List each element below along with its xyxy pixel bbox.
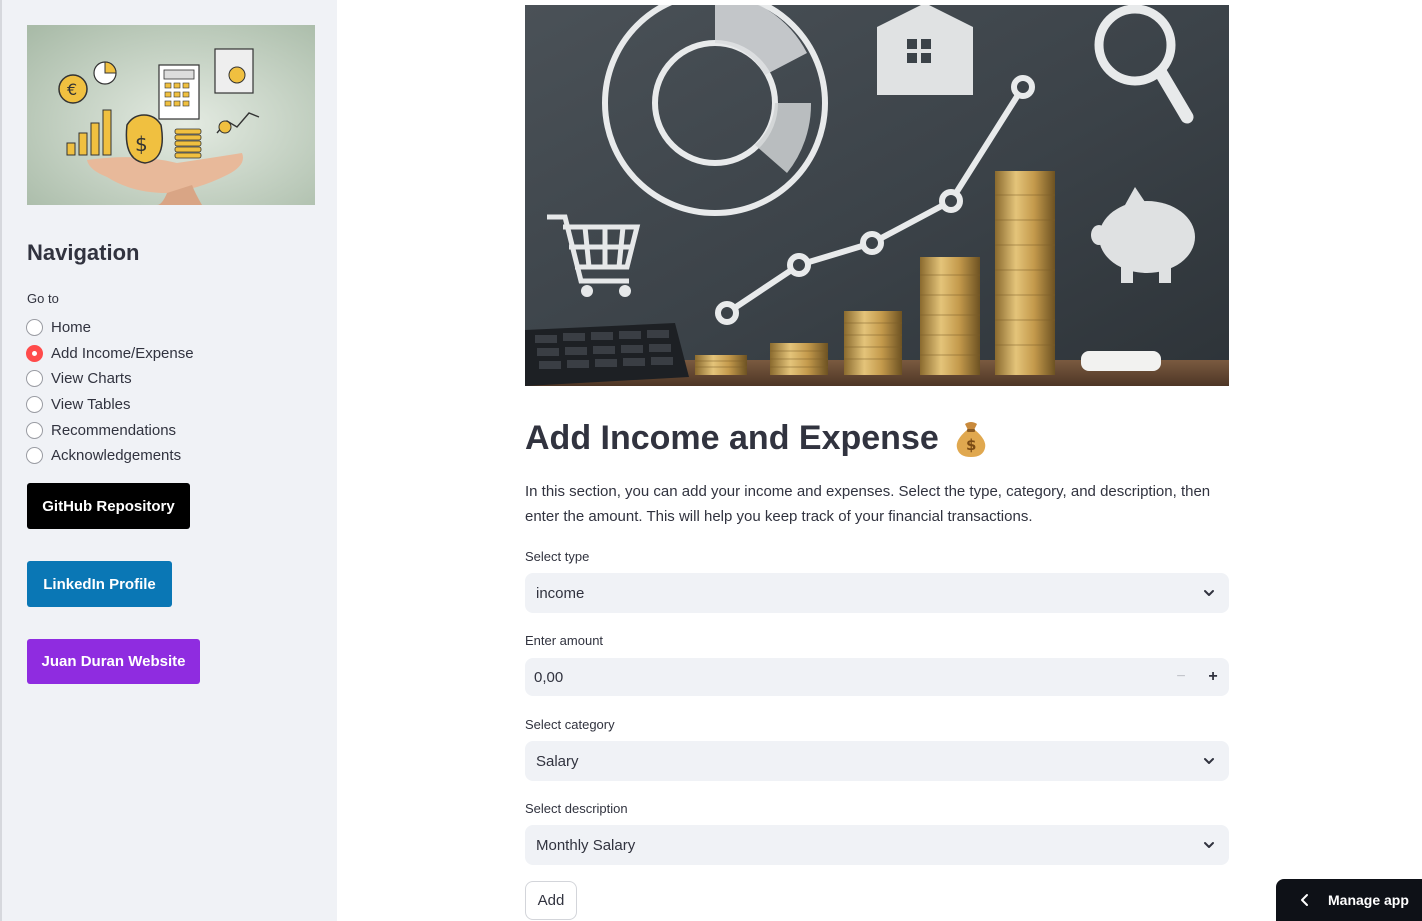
svg-text:$: $ (966, 436, 976, 454)
radio-label: Add Income/Expense (51, 344, 194, 362)
hero-image (525, 5, 1229, 386)
increment-button[interactable]: + (1197, 658, 1229, 696)
radio-home[interactable]: Home (26, 315, 194, 341)
select-type-dropdown[interactable]: income (525, 573, 1229, 613)
amount-field[interactable] (525, 658, 1165, 696)
radio-selected-icon (26, 344, 43, 362)
navigation-radio-group: Home Add Income/Expense View Charts View… (26, 315, 194, 469)
page-title-text: Add Income and Expense (525, 418, 939, 457)
page-title: Add Income and Expense $ (525, 418, 989, 458)
select-description-dropdown[interactable]: Monthly Salary (525, 825, 1229, 865)
chevron-left-icon (1301, 894, 1308, 906)
select-type-label: Select type (525, 549, 590, 564)
svg-text:€: € (67, 80, 77, 99)
decrement-button[interactable]: − (1165, 658, 1197, 696)
radio-view-tables[interactable]: View Tables (26, 392, 194, 418)
radio-circle-icon (26, 447, 43, 465)
svg-text:$: $ (135, 132, 148, 156)
add-button[interactable]: Add (525, 881, 577, 920)
sidebar: € $ Navigation Go to Home Add Income/Exp… (0, 0, 337, 921)
github-repository-button[interactable]: GitHub Repository (27, 483, 190, 529)
select-category-dropdown[interactable]: Salary (525, 741, 1229, 781)
radio-recommendations[interactable]: Recommendations (26, 417, 194, 443)
navigation-title: Navigation (27, 240, 140, 265)
radio-label: Acknowledgements (51, 447, 182, 465)
main-content: Add Income and Expense $ In this section… (337, 0, 1422, 921)
radio-add-income-expense[interactable]: Add Income/Expense (26, 341, 194, 367)
radio-circle-icon (26, 370, 43, 388)
radio-view-charts[interactable]: View Charts (26, 366, 194, 392)
select-category-value: Salary (536, 752, 579, 770)
app-root: € $ Navigation Go to Home Add Income/Exp… (0, 0, 1422, 921)
radio-label: Recommendations (51, 421, 177, 439)
select-description-label: Select description (525, 801, 628, 816)
enter-amount-label: Enter amount (525, 633, 604, 648)
goto-label: Go to (27, 291, 59, 306)
chalkboard-finance-illustration (525, 5, 1229, 386)
chevron-down-icon (1204, 590, 1214, 596)
radio-label: View Tables (51, 396, 131, 414)
chevron-down-icon (1204, 758, 1214, 764)
radio-label: Home (51, 319, 92, 337)
manage-app-button[interactable]: Manage app (1276, 879, 1422, 921)
radio-label: View Charts (51, 370, 132, 388)
radio-acknowledgements[interactable]: Acknowledgements (26, 443, 194, 469)
manage-app-label: Manage app (1328, 892, 1409, 908)
intro-paragraph: In this section, you can add your income… (525, 483, 1211, 525)
amount-number-input: − + (525, 658, 1229, 696)
juan-duran-website-button[interactable]: Juan Duran Website (27, 639, 200, 684)
radio-circle-icon (26, 421, 43, 439)
chevron-down-icon (1204, 842, 1214, 848)
radio-circle-icon (26, 396, 43, 414)
sidebar-finance-image: € $ (27, 25, 315, 205)
money-bag-icon: $ (956, 422, 986, 457)
finance-hand-illustration: € $ (27, 25, 315, 205)
linkedin-profile-button[interactable]: LinkedIn Profile (27, 561, 172, 607)
select-category-label: Select category (525, 717, 615, 732)
radio-circle-icon (26, 319, 43, 337)
select-type-value: income (536, 584, 585, 602)
select-description-value: Monthly Salary (536, 836, 636, 854)
